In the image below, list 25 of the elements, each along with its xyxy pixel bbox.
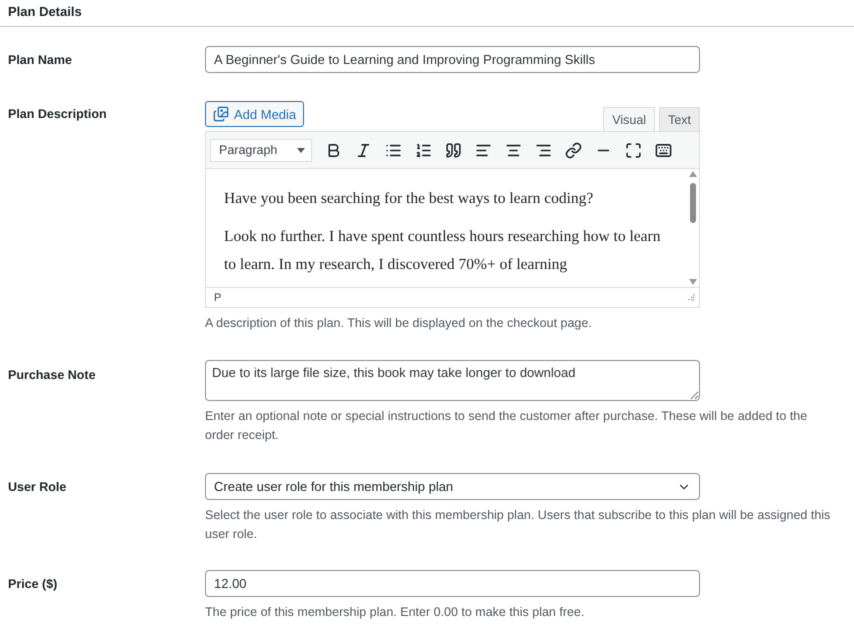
field-hint: Enter an optional note or special instructions to send the customer after purchase. These will be added to the order receipt. xyxy=(205,408,808,444)
plan-name-field[interactable]: A Beginner's Guide to Learning and Improving Programming Skills xyxy=(205,46,700,73)
user-role-dropdown[interactable]: Create user role for this membership plan xyxy=(205,473,700,500)
field-label: Purchase Note xyxy=(8,367,97,382)
field-label: Price ($) xyxy=(8,576,58,591)
editor-tab[interactable]: Text xyxy=(659,107,700,132)
field-label: User Role xyxy=(8,479,68,494)
media-icon xyxy=(213,106,229,122)
add-media-button[interactable]: Add Media xyxy=(205,101,304,127)
caret-icon xyxy=(297,148,305,152)
format-dropdown[interactable]: Paragraph xyxy=(210,138,312,162)
field-label: Plan Description xyxy=(8,106,108,121)
editor-tab[interactable]: Visual xyxy=(603,107,656,132)
resize-handle-icon[interactable] xyxy=(688,294,695,301)
scrollbar[interactable] xyxy=(687,169,699,287)
section-title: Plan Details xyxy=(0,0,854,27)
purchase-note-field[interactable]: Due to its large file size, this book may take longer to download xyxy=(205,360,700,401)
editor-paragraph: Look no further. I have spent countless hours researching how to learn to learn. In my research, I discovered 70%+ of learning xyxy=(224,227,662,275)
field-hint: The price of this membership plan. Enter 0.00 to make this plan free. xyxy=(205,604,586,621)
editor-paragraph: Have you been searching for the best ways to learn coding? xyxy=(224,189,594,209)
field-hint: Select the user role to associate with this membership plan. Users that subscribe to this plan will be assigned this user role. xyxy=(205,507,832,543)
field-label: Plan Name xyxy=(8,52,73,67)
element-path: P xyxy=(214,292,222,304)
price-field[interactable]: 12.00 xyxy=(205,570,700,597)
field-hint: A description of this plan. This will be displayed on the checkout page. xyxy=(205,315,593,332)
